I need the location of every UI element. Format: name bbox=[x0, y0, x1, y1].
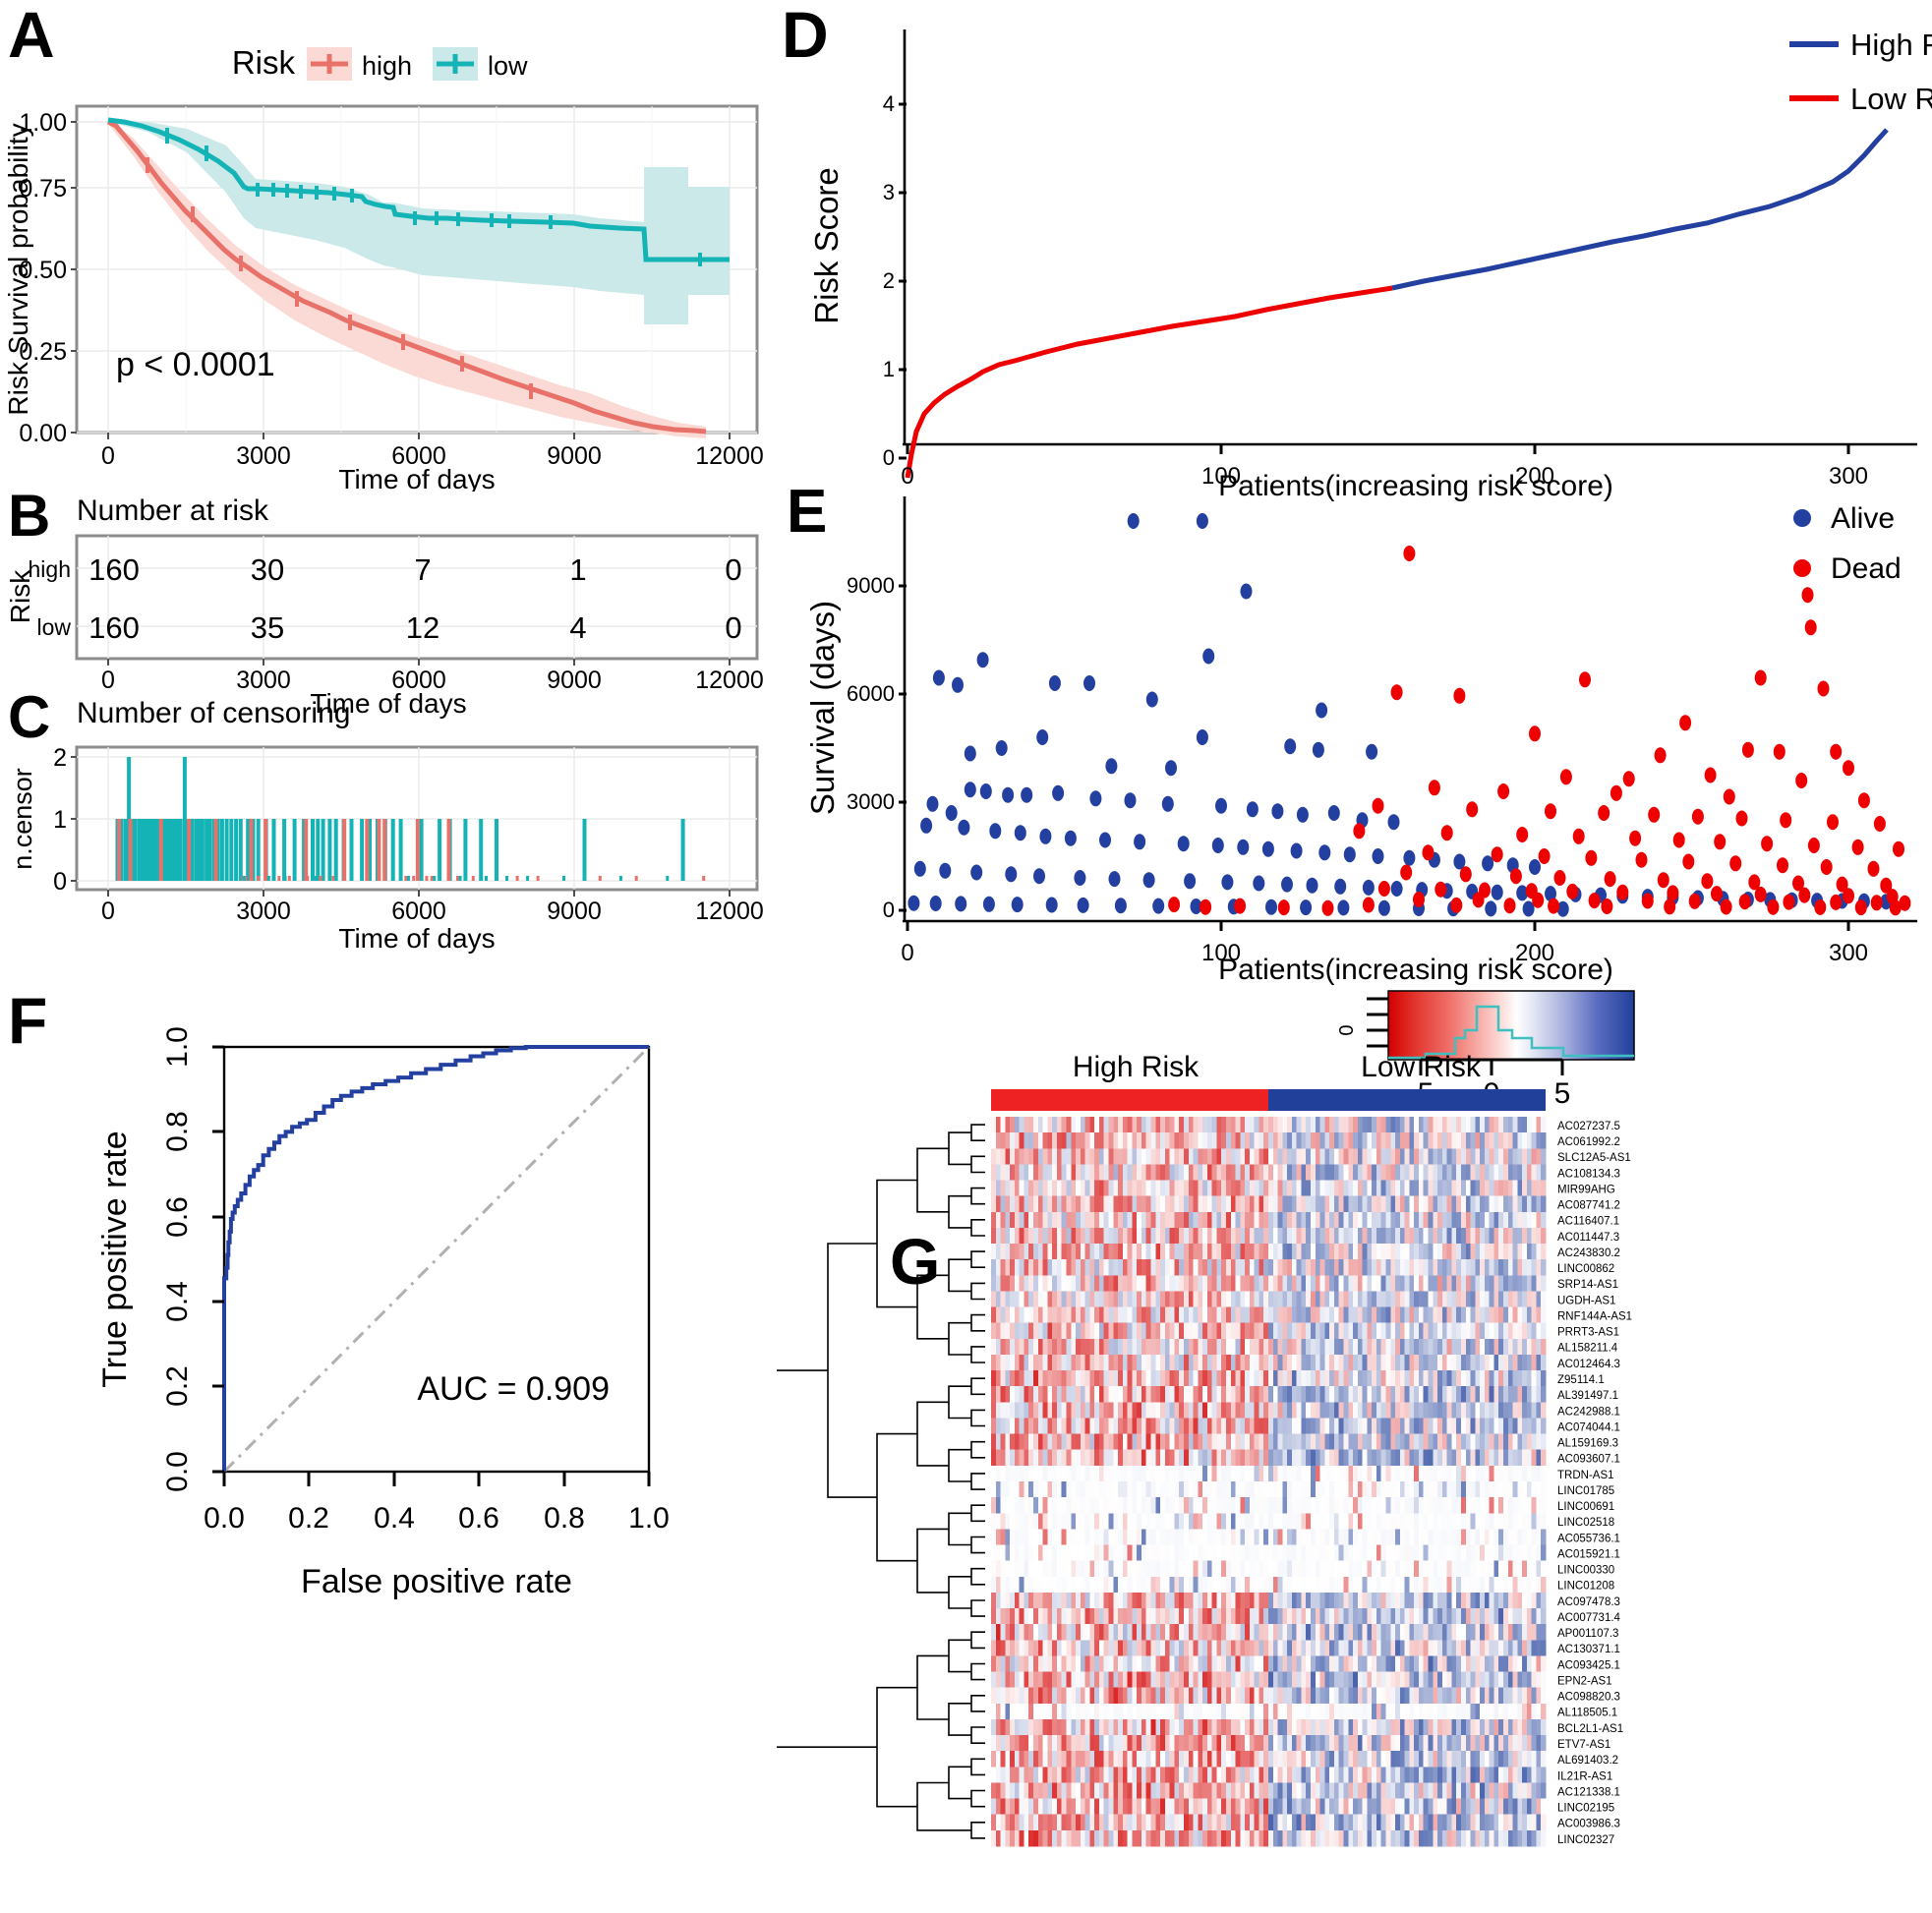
svg-text:1.0: 1.0 bbox=[628, 1502, 670, 1535]
svg-text:9000: 9000 bbox=[547, 898, 602, 925]
panel-d-y-ticklabels: 4 3 2 1 0 bbox=[883, 91, 895, 470]
svg-text:35: 35 bbox=[251, 610, 284, 645]
panel-g-group-label-low: Low Risk bbox=[1361, 1051, 1482, 1083]
svg-text:0: 0 bbox=[725, 610, 741, 645]
svg-text:12000: 12000 bbox=[695, 442, 764, 470]
svg-text:3: 3 bbox=[883, 180, 895, 204]
svg-text:0: 0 bbox=[883, 445, 895, 470]
panel-e-scatter-points bbox=[907, 513, 1911, 917]
panel-g: 0 -505 High Risk Low Risk AC027237.5AC06… bbox=[777, 983, 1932, 1913]
panel-d: High Risk Low Risk 4 3 2 1 0 0100 200300 bbox=[777, 0, 1932, 492]
panel-a-legend-label-high: high bbox=[362, 51, 412, 81]
svg-text:0.2: 0.2 bbox=[161, 1365, 194, 1407]
svg-text:0.6: 0.6 bbox=[458, 1502, 499, 1535]
svg-text:0.6: 0.6 bbox=[161, 1196, 194, 1238]
panel-f-x-ticklabels: 0.0 0.2 0.4 0.6 0.8 1.0 bbox=[204, 1502, 670, 1535]
panel-d-curve-high bbox=[1391, 128, 1889, 291]
svg-text:5: 5 bbox=[1554, 1077, 1571, 1110]
panel-g-dendrogram bbox=[777, 1124, 985, 1839]
svg-text:2: 2 bbox=[883, 268, 895, 293]
svg-text:7: 7 bbox=[414, 552, 431, 587]
panel-c-x-ticklabels: 0 3000 6000 9000 12000 bbox=[101, 898, 764, 925]
panel-f-diagonal bbox=[222, 1045, 651, 1474]
svg-text:0.4: 0.4 bbox=[161, 1281, 194, 1322]
svg-text:4: 4 bbox=[569, 610, 586, 645]
svg-text:0: 0 bbox=[53, 868, 67, 896]
panel-d-legend-high: High Risk bbox=[1850, 28, 1932, 62]
panel-f: AUC = 0.909 0.0 0.2 0.4 0.6 0.8 1.0 0.0 0… bbox=[0, 1003, 777, 1913]
panel-e-xlabel: Patients(increasing risk score) bbox=[1218, 954, 1613, 986]
svg-text:12000: 12000 bbox=[695, 898, 764, 925]
panel-b-ylabel: Risk bbox=[5, 569, 35, 623]
svg-text:3000: 3000 bbox=[236, 442, 291, 470]
svg-text:4: 4 bbox=[883, 91, 895, 116]
svg-text:0.2: 0.2 bbox=[288, 1502, 329, 1535]
panel-f-auc-label: AUC = 0.909 bbox=[417, 1370, 610, 1408]
panel-e-legend-alive: Alive bbox=[1831, 502, 1895, 535]
svg-text:0: 0 bbox=[101, 898, 115, 925]
svg-text:6000: 6000 bbox=[847, 681, 895, 706]
svg-text:0.0: 0.0 bbox=[204, 1502, 245, 1535]
panel-d-curve-low bbox=[905, 285, 1393, 479]
panel-g-group-label-high: High Risk bbox=[1073, 1051, 1200, 1083]
color-key-axis-label: 0 bbox=[1336, 1024, 1358, 1035]
color-key-gradient bbox=[1387, 990, 1635, 1061]
svg-text:30: 30 bbox=[251, 552, 284, 587]
panel-e: Alive Dead 9000 6000 3000 0 0 100 200 300 … bbox=[777, 496, 1932, 968]
panel-f-ylabel: True positive rate bbox=[96, 1130, 134, 1387]
svg-text:160: 160 bbox=[88, 552, 140, 587]
panel-g-group-bar-high bbox=[991, 1089, 1268, 1111]
panel-a-ylabel: Risk Survival probability bbox=[3, 123, 33, 415]
svg-text:0.8: 0.8 bbox=[161, 1111, 194, 1152]
svg-text:1.0: 1.0 bbox=[161, 1026, 194, 1068]
panel-c-y-ticklabels: 0 1 2 bbox=[53, 744, 67, 896]
panel-e-y-ticklabels: 9000 6000 3000 0 bbox=[847, 573, 895, 922]
svg-text:6000: 6000 bbox=[391, 898, 446, 925]
svg-text:3000: 3000 bbox=[236, 898, 291, 925]
panel-a-pvalue: p < 0.0001 bbox=[116, 346, 275, 383]
panel-c: Number of censoring 0 1 2 0 3000 6000 9000 12… bbox=[0, 688, 777, 954]
panel-b-title: Number at risk bbox=[77, 494, 269, 527]
panel-c-xlabel: Time of days bbox=[338, 923, 495, 954]
svg-text:0: 0 bbox=[725, 552, 741, 587]
legend-alive-dot bbox=[1793, 509, 1811, 527]
panel-d-legend-low: Low Risk bbox=[1850, 82, 1932, 116]
panel-b: Number at risk high 160 30 7 10 low 160 35 1… bbox=[0, 487, 777, 703]
svg-text:12: 12 bbox=[406, 610, 439, 645]
panel-a: Risk high low p < 0.0001 0.00 0.25 0.50 … bbox=[0, 0, 777, 492]
panel-a-legend-label-low: low bbox=[488, 51, 528, 81]
svg-text:0: 0 bbox=[883, 898, 895, 922]
legend-dead-dot bbox=[1793, 559, 1811, 577]
panel-d-ylabel: Risk Score bbox=[808, 167, 845, 324]
panel-f-y-ticklabels: 0.0 0.2 0.4 0.6 0.8 1.0 bbox=[161, 1026, 194, 1492]
svg-text:9000: 9000 bbox=[847, 573, 895, 598]
panel-c-ylabel: n.censor bbox=[8, 768, 37, 870]
svg-text:0.4: 0.4 bbox=[374, 1502, 415, 1535]
panel-f-xlabel: False positive rate bbox=[301, 1563, 572, 1600]
panel-e-ylabel: Survival (days) bbox=[804, 601, 841, 815]
panel-c-title: Number of censoring bbox=[77, 697, 350, 729]
panel-b-row-label-low: low bbox=[36, 614, 71, 640]
svg-text:2: 2 bbox=[53, 744, 67, 772]
svg-text:1: 1 bbox=[53, 806, 67, 834]
svg-text:9000: 9000 bbox=[547, 442, 602, 470]
svg-text:160: 160 bbox=[88, 610, 140, 645]
svg-text:0.00: 0.00 bbox=[19, 420, 67, 447]
panel-g-group-bar-low bbox=[1268, 1089, 1546, 1111]
svg-text:1: 1 bbox=[569, 552, 586, 587]
panel-g-gene-labels: AC027237.5AC061992.2SLC12A5-AS1AC108134.… bbox=[1557, 1121, 1632, 1846]
panel-g-heatmap bbox=[991, 1117, 1547, 1847]
svg-text:1: 1 bbox=[883, 357, 895, 381]
panel-e-legend-dead: Dead bbox=[1831, 552, 1902, 585]
svg-text:0.8: 0.8 bbox=[544, 1502, 585, 1535]
svg-text:0.0: 0.0 bbox=[161, 1451, 194, 1492]
svg-text:0: 0 bbox=[101, 442, 115, 470]
panel-a-legend-title: Risk bbox=[232, 44, 296, 81]
svg-text:3000: 3000 bbox=[847, 789, 895, 814]
